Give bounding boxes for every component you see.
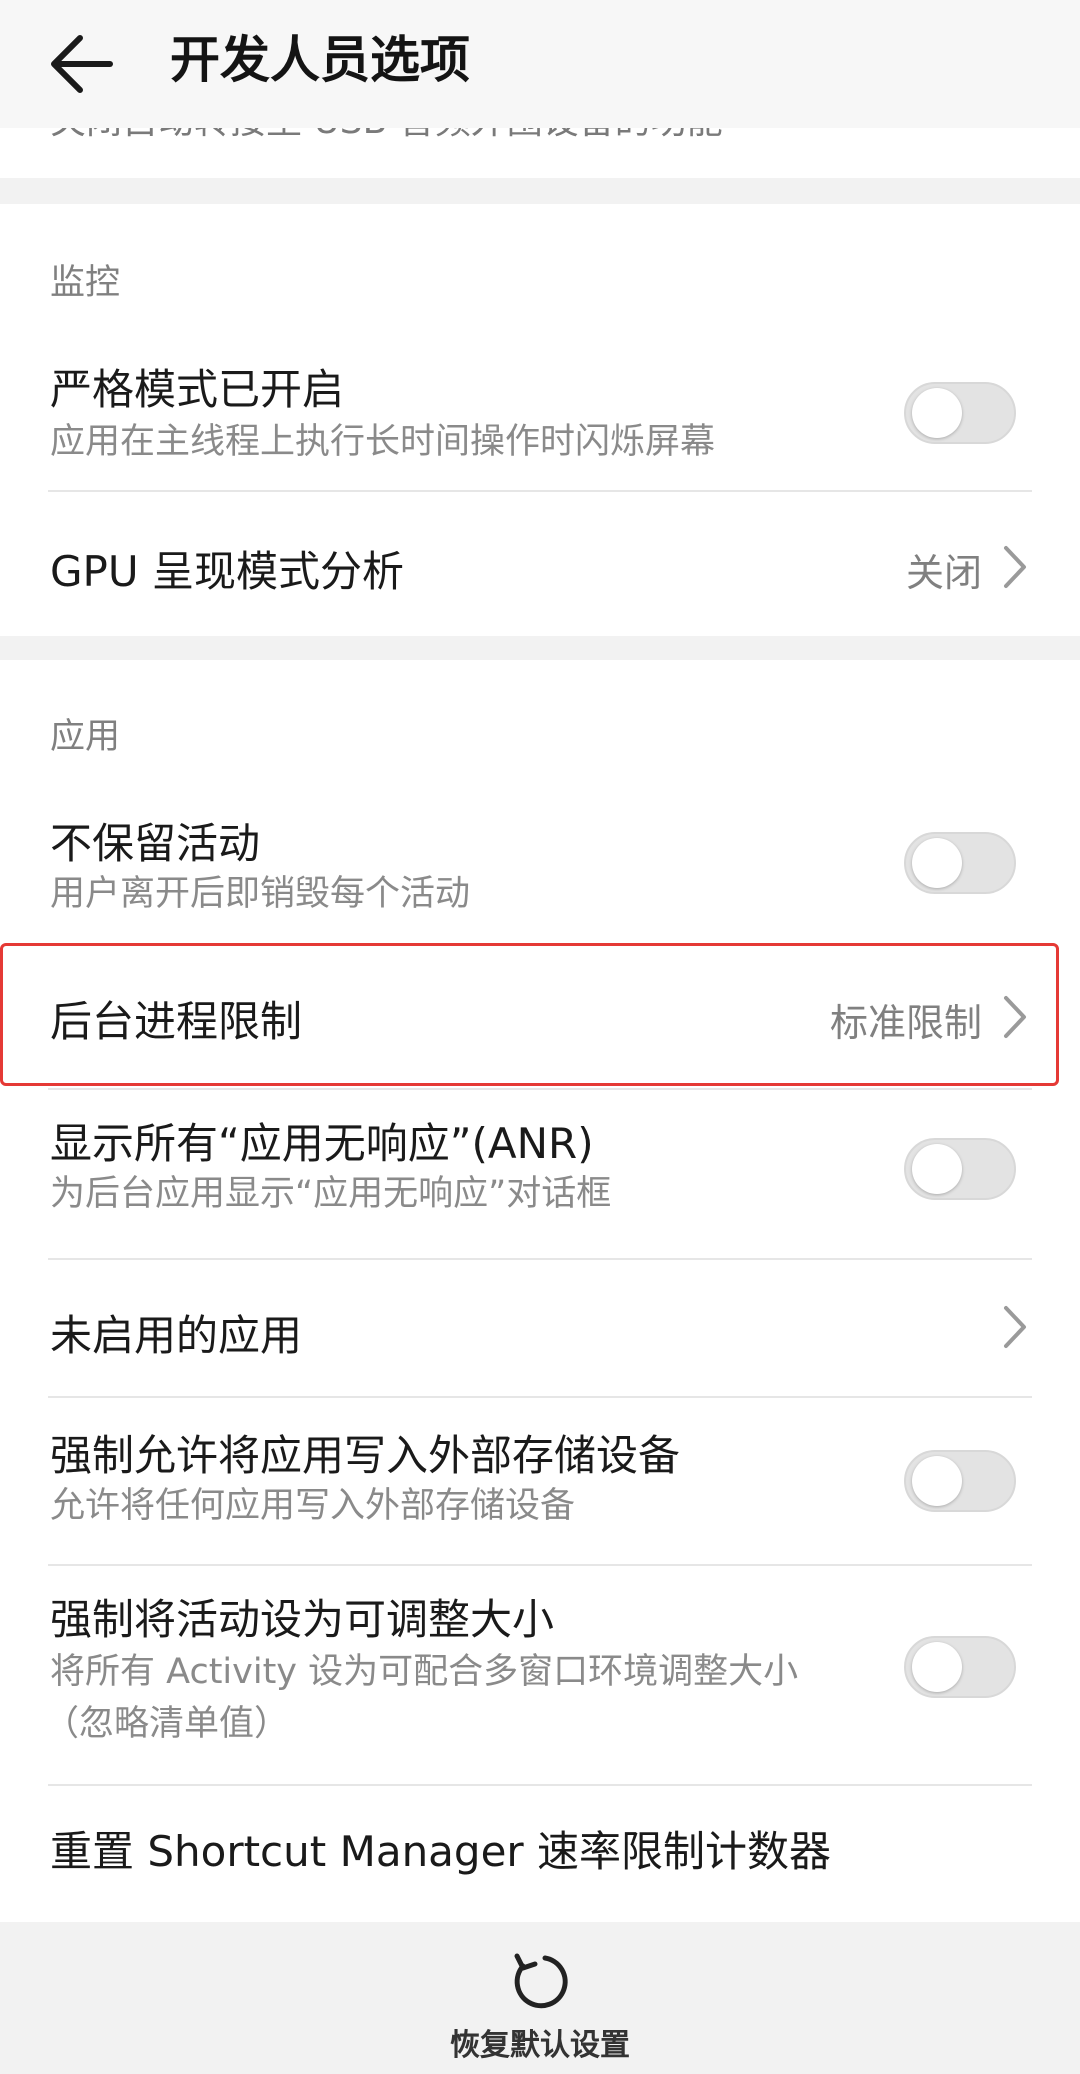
dont-keep-activities-toggle[interactable] [904,832,1016,894]
show-all-anr-row[interactable]: 显示所有“应用无响应”(ANR) 为后台应用显示“应用无响应”对话框 [0,1090,1080,1248]
chevron-right-icon [1004,1306,1026,1348]
section-heading-monitoring: 监控 [50,263,121,303]
dont-keep-activities-title: 不保留活动 [50,819,261,868]
toggle-knob [912,838,962,888]
toggle-knob [912,388,962,438]
reset-shortcut-row[interactable]: 重置 Shortcut Manager 速率限制计数器 [0,1786,1080,1922]
back-arrow-icon [51,35,113,93]
dont-keep-activities-subtitle: 用户离开后即销毁每个活动 [50,874,471,914]
inactive-apps-row[interactable]: 未启用的应用 [0,1260,1080,1396]
section-heading-apps: 应用 [50,717,121,757]
back-button[interactable] [40,22,124,106]
force-external-storage-toggle[interactable] [904,1450,1016,1512]
strict-mode-subtitle: 应用在主线程上执行长时间操作时闪烁屏幕 [50,422,716,462]
reset-defaults-button[interactable]: 恢复默认设置 [0,2020,1080,2064]
force-resizable-subtitle-line2: （忽略清单值） [44,1704,290,1744]
show-all-anr-title: 显示所有“应用无响应”(ANR) [50,1119,594,1168]
strict-mode-row[interactable]: 严格模式已开启 应用在主线程上执行长时间操作时闪烁屏幕 [0,334,1080,494]
reset-shortcut-title: 重置 Shortcut Manager 速率限制计数器 [50,1827,832,1876]
dont-keep-activities-row[interactable]: 不保留活动 用户离开后即销毁每个活动 [0,790,1080,940]
chevron-right-icon [1004,546,1026,588]
show-all-anr-toggle[interactable] [904,1138,1016,1200]
app-bar: 开发人员选项 [0,0,1080,128]
strict-mode-toggle[interactable] [904,382,1016,444]
gpu-profile-row[interactable]: GPU 呈现模式分析 关闭 [0,492,1080,636]
gpu-profile-value: 关闭 [905,551,982,595]
strict-mode-title: 严格模式已开启 [50,365,345,414]
highlight-box [0,943,1059,1086]
gpu-profile-title: GPU 呈现模式分析 [50,547,404,596]
toggle-knob [912,1456,962,1506]
force-resizable-toggle[interactable] [904,1636,1016,1698]
toggle-knob [912,1642,962,1692]
show-all-anr-subtitle: 为后台应用显示“应用无响应”对话框 [50,1174,612,1214]
force-external-storage-row[interactable]: 强制允许将应用写入外部存储设备 允许将任何应用写入外部存储设备 [0,1398,1080,1564]
force-external-storage-title: 强制允许将应用写入外部存储设备 [50,1431,681,1480]
reset-icon[interactable] [505,1946,575,2016]
force-external-storage-subtitle: 允许将任何应用写入外部存储设备 [50,1486,576,1526]
force-resizable-subtitle-line1: 将所有 Activity 设为可配合多窗口环境调整大小 [50,1652,799,1692]
force-resizable-title: 强制将活动设为可调整大小 [50,1595,555,1644]
monitoring-section: 监控 严格模式已开启 应用在主线程上执行长时间操作时闪烁屏幕 GPU 呈现模式分… [0,204,1080,636]
force-resizable-row[interactable]: 强制将活动设为可调整大小 将所有 Activity 设为可配合多窗口环境调整大小… [0,1566,1080,1786]
inactive-apps-title: 未启用的应用 [50,1311,303,1360]
page-title: 开发人员选项 [170,31,470,89]
apps-section: 应用 不保留活动 用户离开后即销毁每个活动 后台进程限制 标准限制 显示所有“应… [0,660,1080,1922]
toggle-knob [912,1144,962,1194]
